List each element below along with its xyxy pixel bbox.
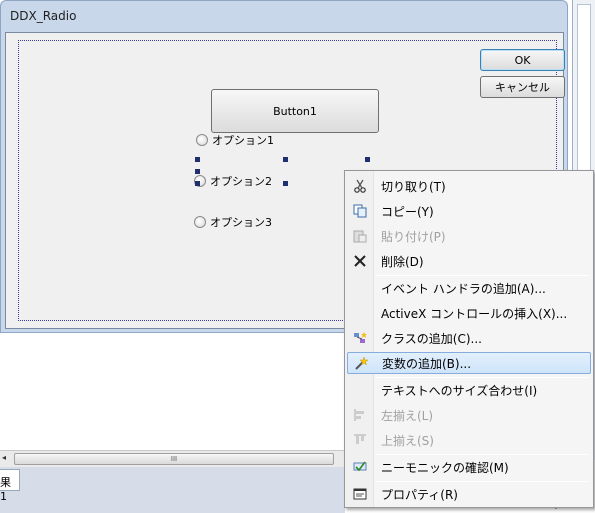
paste-icon [352,228,368,244]
align-top-icon [352,432,368,448]
menu-item-cut-label: 切り取り(T) [381,179,446,194]
menu-item-cut[interactable]: 切り取り(T) [347,175,591,197]
cancel-button[interactable]: キャンセル [480,76,565,98]
menu-item-paste-label: 貼り付け(P) [381,229,446,244]
menu-item-size-to-content-label: テキストへのサイズ合わせ(I) [381,383,538,398]
radio-option-1-label: オプション1 [212,134,274,147]
scissors-icon [352,178,368,194]
copy-icon [352,203,368,219]
menu-item-align-top: 上揃え(S) [347,429,591,451]
menu-item-add-variable[interactable]: 変数の追加(B)... [347,352,591,374]
button1[interactable]: Button1 [211,89,379,133]
selection-handle[interactable] [365,157,370,162]
menu-item-paste: 貼り付け(P) [347,225,591,247]
radio-option-2[interactable]: オプション2 [194,173,272,189]
menu-item-check-mnemonics-label: ニーモニックの確認(M) [381,460,509,475]
menu-item-delete[interactable]: 削除(D) [347,250,591,272]
menu-item-properties-label: プロパティ(R) [381,487,458,502]
selection-handle[interactable] [283,181,288,186]
menu-item-add-class[interactable]: クラスの追加(C)... [347,327,591,349]
menu-item-delete-label: 削除(D) [381,254,424,269]
menu-item-insert-activex-label: ActiveX コントロールの挿入(X)... [381,306,568,321]
selection-handle[interactable] [195,157,200,162]
menu-item-check-mnemonics[interactable]: ニーモニックの確認(M) [347,456,591,478]
selection-handle[interactable] [195,181,200,186]
bottom-tab-strip: 果 1 [0,467,345,513]
radio-option-3[interactable]: オプション3 [194,214,272,230]
menu-separator [376,481,589,482]
selection-handle[interactable] [283,157,288,162]
menu-item-size-to-content[interactable]: テキストへのサイズ合わせ(I) [347,379,591,401]
menu-item-properties[interactable]: プロパティ(R) [347,483,591,505]
scroll-thumb[interactable]: III [14,453,334,465]
radio-option-2-label: オプション2 [210,175,272,188]
menu-item-add-variable-label: 変数の追加(B)... [382,356,472,371]
horizontal-scrollbar[interactable]: ◂ III [0,450,345,467]
delete-x-icon [352,253,368,269]
scroll-left-icon[interactable]: ◂ [2,453,12,465]
menu-item-insert-activex[interactable]: ActiveX コントロールの挿入(X)... [347,302,591,324]
ok-button[interactable]: OK [480,49,565,71]
menu-item-align-top-label: 上揃え(S) [381,433,434,448]
tab-result[interactable]: 果 1 [0,469,20,503]
menu-item-copy-label: コピー(Y) [381,204,434,219]
menu-item-add-class-label: クラスの追加(C)... [381,331,482,346]
menu-item-add-event-handler-label: イベント ハンドラの追加(A)... [381,281,546,296]
menu-item-add-event-handler[interactable]: イベント ハンドラの追加(A)... [347,277,591,299]
menu-separator [376,275,589,276]
menu-separator [376,377,589,378]
menu-separator [376,454,589,455]
radio-option-1[interactable]: オプション1 [196,132,274,148]
class-wizard-icon [352,330,368,346]
selection-handle[interactable] [195,169,200,174]
radio-option-3-label: オプション3 [210,216,272,229]
radio-circle-icon [196,134,208,146]
menu-item-align-left: 左揃え(L) [347,404,591,426]
variable-wand-icon [353,356,369,372]
properties-icon [352,486,368,502]
dialog-title: DDX_Radio [10,9,77,23]
menu-item-copy[interactable]: コピー(Y) [347,200,591,222]
context-menu: 切り取り(T) コピー(Y) 貼り付け(P) 削除(D) イベント ハンドラの追… [344,170,594,508]
radio-circle-icon [194,216,206,228]
align-left-icon [352,407,368,423]
menu-item-align-left-label: 左揃え(L) [381,408,434,423]
mnemonic-check-icon [352,459,368,475]
